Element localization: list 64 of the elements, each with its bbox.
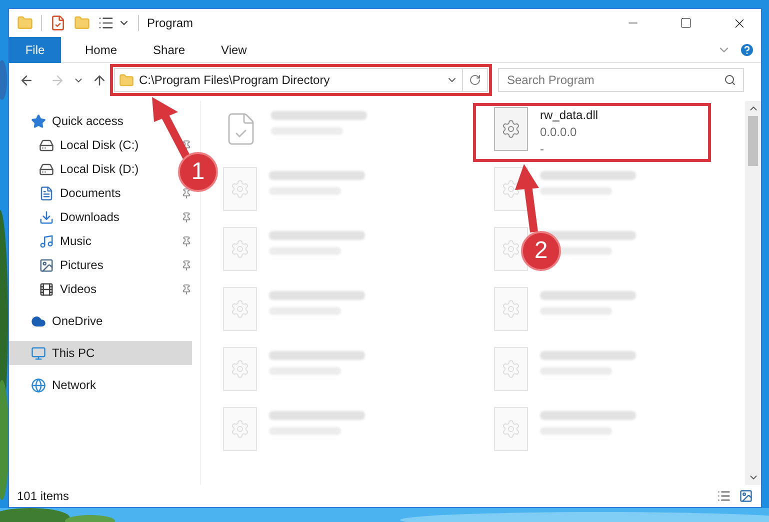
details-view-icon[interactable] [717,489,731,503]
properties-icon[interactable] [50,15,66,31]
ribbon-tab[interactable]: Home [73,36,130,62]
pin-icon[interactable] [181,284,192,294]
nav-item[interactable]: Local Disk (D:) [9,157,143,181]
nav-item[interactable]: Quick access [9,109,128,133]
gear-file-icon [223,227,257,271]
large-icons-view-icon[interactable] [739,489,753,503]
nav-item[interactable]: Downloads [9,205,124,229]
list-icon[interactable] [98,15,114,31]
gear-file-icon [223,407,257,451]
pin-icon[interactable] [181,212,192,222]
file-tab[interactable]: File [9,36,61,62]
up-icon[interactable] [92,72,107,88]
search-icon[interactable] [724,74,736,86]
blurred-text [540,187,612,195]
drive-icon [39,162,54,176]
item-count: 101 items [17,488,70,505]
gear-file-icon [494,287,528,331]
monitor-icon [31,346,46,360]
nav-item[interactable]: Documents [9,181,125,205]
arrow [515,164,539,233]
gear-file-icon [223,287,257,331]
pin-icon[interactable] [181,188,192,198]
globe-icon [31,378,46,392]
document-icon [39,186,54,200]
picture-icon [39,258,54,272]
nav-item[interactable]: Pictures [9,253,108,277]
ribbon-tab[interactable]: Share [141,36,198,62]
ribbon-tab[interactable]: View [209,36,259,62]
nav-item[interactable]: This PC [9,341,192,365]
cloud-icon [31,314,46,328]
back-icon[interactable] [19,72,34,88]
gear-file-icon [494,227,528,271]
search-field[interactable]: Search Program [498,68,744,92]
down-arrow-icon [39,210,54,224]
window-title: Program [147,15,194,32]
scroll-thumb[interactable] [748,116,758,166]
film-icon [39,282,54,296]
nav-item[interactable]: Network [9,373,100,397]
nav-item[interactable]: Music [9,229,96,253]
refresh-icon[interactable] [469,74,481,86]
folder-icon [119,72,134,88]
nav-item[interactable]: Videos [9,277,100,301]
file-version: 0.0.0.0 [540,124,578,141]
gear-file-icon [494,107,528,151]
help-icon[interactable] [739,42,755,58]
pin-icon[interactable] [181,140,192,150]
nav-item[interactable]: Local Disk (C:) [9,133,143,157]
star-icon [31,114,46,128]
file-details: - [540,141,545,158]
gear-file-icon [494,407,528,451]
pin-icon[interactable] [181,260,192,270]
music-note-icon [39,234,54,248]
nav-item[interactable]: OneDrive [9,309,107,333]
gear-file-icon [494,347,528,391]
pin-icon[interactable] [181,236,192,246]
file-name[interactable]: rw_data.dll [540,107,598,124]
maximize-icon[interactable] [680,17,692,29]
gear-file-icon [223,167,257,211]
scrollbar[interactable] [745,101,761,485]
gear-file-icon [223,347,257,391]
address-field[interactable]: C:\Program Files\Program Directory [114,68,488,92]
drive-icon [39,138,54,152]
